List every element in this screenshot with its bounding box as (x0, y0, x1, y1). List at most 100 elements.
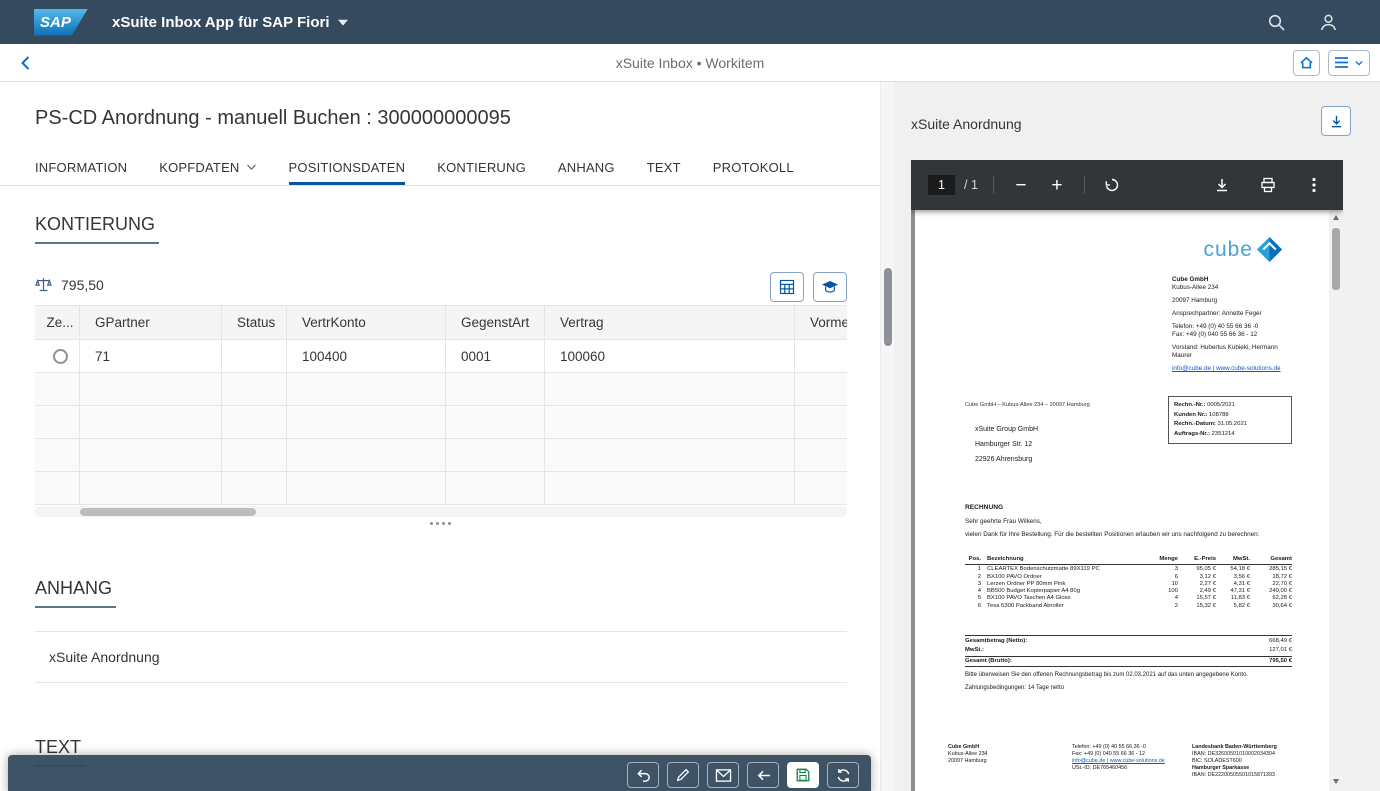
items-row: 3 Lerzen Ordner PP 80mm Pink 10 2,27 €4,31 … (977, 580, 1292, 587)
tab-kopfdaten[interactable]: KOPFDATEN (159, 152, 256, 185)
zoom-in-button[interactable]: + (1045, 173, 1069, 197)
items-col: E.-Preis (1194, 556, 1216, 562)
pdf-scrollbar[interactable] (1329, 210, 1343, 791)
attachment-list-item[interactable]: xSuite Anordnung (35, 631, 847, 683)
table-cell (287, 373, 446, 405)
sync-button[interactable] (827, 762, 859, 788)
amount-row: 795,50 (35, 276, 104, 293)
envelope-icon (715, 768, 731, 782)
edit-button[interactable] (667, 762, 699, 788)
pdf-toolbar: / 1 − + (911, 160, 1343, 210)
tab-anhang[interactable]: ANHANG (558, 152, 615, 185)
company-phone: Telefon: +49 (0) 40 55 66 36 -0 (1172, 323, 1259, 330)
column-header[interactable]: Vertrag (545, 306, 795, 339)
sap-logo[interactable]: SAP (34, 8, 88, 36)
company-name: Cube GmbH (1172, 276, 1209, 283)
scrollbar-thumb[interactable] (80, 507, 256, 516)
meta-line: Rechn.-Datum: 31.05.2021 (1174, 420, 1286, 430)
sync-icon (837, 768, 849, 782)
zoom-out-button[interactable]: − (1009, 173, 1033, 197)
column-header[interactable]: VertrKonto (287, 306, 446, 339)
person-icon (1320, 14, 1336, 30)
column-header[interactable]: Ze... (35, 306, 80, 339)
meta-value: 31.05.2021 (1217, 421, 1248, 427)
items-col: Gesamt (1270, 556, 1292, 562)
home-button[interactable] (1293, 49, 1320, 76)
company-fax: Fax: +49 (0) 040 55 66 36 - 12 (1172, 331, 1258, 338)
company-street: Kubus-Allee 234 (1172, 284, 1219, 291)
scroll-up-arrow[interactable] (1332, 215, 1339, 220)
company-links[interactable]: info@cube.de | www.cube-solutions.de (1172, 365, 1292, 373)
save-button[interactable] (787, 762, 819, 788)
table-row-empty (35, 373, 847, 406)
table-cell (222, 439, 287, 471)
company-board: Vorstand: Hubertus Kubieki, Hermann Maur… (1172, 344, 1278, 359)
table-cell (287, 406, 446, 438)
horizontal-scrollbar[interactable] (35, 506, 847, 517)
table-cell (446, 439, 545, 471)
app-title-menu[interactable]: xSuite Inbox App für SAP Fiori (112, 14, 348, 31)
table-cell (545, 439, 795, 471)
overflow-menu-button[interactable] (1302, 173, 1326, 197)
tab-kontierung[interactable]: KONTIERUNG (437, 152, 526, 185)
rotate-icon (1105, 178, 1119, 192)
save-icon (796, 768, 810, 782)
profile-button[interactable] (1316, 10, 1340, 34)
meta-value: 0005/2021 (1207, 402, 1235, 408)
download-icon (1331, 115, 1341, 127)
column-header[interactable]: GPartner (80, 306, 222, 339)
scrollbar-thumb[interactable] (1332, 228, 1340, 290)
rotate-button[interactable] (1100, 173, 1124, 197)
calculator-button[interactable] (770, 272, 804, 302)
back-action-button[interactable] (747, 762, 779, 788)
download-attachment-button[interactable] (1321, 106, 1351, 136)
sender-line: Cube GmbH – Kubus-Allee 234 – 20097 Hamb… (965, 402, 1090, 408)
items-row: 5 BX100 PAVO Taschen A4 Gloss 4 15,57 €11,8… (977, 595, 1292, 602)
column-header[interactable]: Status (222, 306, 287, 339)
tab-positionsdaten[interactable]: POSITIONSDATEN (288, 152, 406, 185)
email-button[interactable] (707, 762, 739, 788)
recipient-name: xSuite Group GmbH (975, 426, 1039, 433)
meta-label: Auftrags-Nr.: (1174, 430, 1210, 437)
page-number-input[interactable] (928, 175, 955, 195)
splitter-handle[interactable] (0, 519, 880, 527)
table-row-empty (35, 439, 847, 472)
tab-information[interactable]: INFORMATION (35, 152, 127, 185)
table-cell (446, 373, 545, 405)
table-cell (80, 472, 222, 504)
simulate-button[interactable] (813, 272, 847, 302)
items-col: MwSt. (1232, 556, 1250, 562)
row-radio[interactable] (52, 348, 68, 364)
scroll-down-arrow[interactable] (1332, 779, 1339, 784)
table-row[interactable]: 71 100400 0001 100060 (35, 340, 847, 373)
meta-value: 2351214 (1211, 430, 1235, 437)
search-button[interactable] (1264, 10, 1288, 34)
print-button[interactable] (1256, 173, 1280, 197)
payment-terms: Zahlungsbedingungen: 14 Tage netto (965, 685, 1064, 691)
undo-button[interactable] (627, 762, 659, 788)
attachment-title: xSuite Anordnung (911, 116, 1022, 132)
pdf-download-button[interactable] (1210, 173, 1234, 197)
tab-protokoll[interactable]: PROTOKOLL (713, 152, 794, 185)
vertical-scrollbar[interactable] (880, 82, 894, 791)
invoice-totals: Gesamtbetrag (Netto): 668,49 € MwSt.: 127,… (965, 635, 1292, 667)
scrollbar-thumb[interactable] (884, 268, 892, 346)
column-header[interactable]: Vormerk (795, 306, 847, 339)
footer-col-bank: Landesbank Baden-Württemberg IBAN: DE326… (1192, 744, 1277, 778)
screen: SAP xSuite Inbox App für SAP Fiori xSuit… (0, 0, 1380, 791)
shell-bar: SAP xSuite Inbox App für SAP Fiori (0, 0, 1380, 44)
nav-actions (1293, 49, 1380, 76)
pdf-viewer: / 1 − + (911, 160, 1343, 791)
invoice-meta-box: Rechn.-Nr.: 0005/2021 Kunden Nr.: 108788… (1168, 396, 1292, 444)
table-cell (545, 373, 795, 405)
table-cell (222, 472, 287, 504)
menu-icon (1335, 57, 1348, 68)
back-button[interactable] (12, 50, 38, 76)
tab-text[interactable]: TEXT (647, 152, 681, 185)
footer-links[interactable]: info@cube.de | www.cube-solutions.de (1072, 758, 1192, 765)
table-cell (545, 406, 795, 438)
menu-button[interactable] (1328, 49, 1370, 76)
tab-label: KOPFDATEN (159, 159, 240, 175)
column-header[interactable]: GegenstArt (446, 306, 545, 339)
table-cell (80, 373, 222, 405)
